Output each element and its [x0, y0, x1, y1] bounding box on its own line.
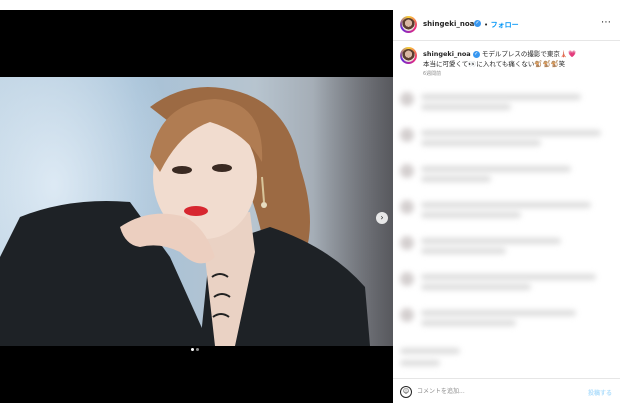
blurred-comment [421, 248, 506, 254]
blurred-comment [421, 320, 516, 326]
next-image-button[interactable]: › [376, 212, 388, 224]
blurred-avatar [400, 308, 414, 322]
carousel-dot [196, 348, 199, 351]
post-photo[interactable] [0, 77, 393, 346]
blurred-comment [421, 94, 581, 100]
caption-text-line2: 本当に可愛くて👀に入れても痛くない🐒🐒🐒笑 [423, 60, 566, 68]
post-sidebar: shingeki_noa ✓ • フォロー ⋯ shingeki_noa ✓ モ… [393, 10, 620, 403]
carousel-dots [191, 336, 201, 351]
blurred-comment [421, 212, 521, 218]
blurred-comment [421, 310, 576, 316]
blurred-comment [421, 130, 601, 136]
emoji-icon[interactable]: ☺ [400, 386, 412, 398]
post-header: shingeki_noa ✓ • フォロー ⋯ [393, 10, 620, 41]
blurred-comment [421, 284, 531, 290]
blurred-comments [393, 80, 620, 370]
blurred-avatar [400, 236, 414, 250]
caption-avatar[interactable] [400, 47, 417, 64]
blurred-avatar [400, 128, 414, 142]
comment-input[interactable] [417, 386, 567, 397]
caption-first-line: shingeki_noa ✓ モデルプレスの撮影で東京🗼💗 [423, 48, 576, 58]
blurred-comment [421, 274, 596, 280]
blurred-comment [421, 140, 541, 146]
header-separator: • [484, 21, 489, 29]
blurred-avatar [400, 200, 414, 214]
follow-label: フォロー [490, 21, 519, 29]
caption-username[interactable]: shingeki_noa [423, 50, 471, 58]
more-options-icon[interactable]: ⋯ [601, 17, 612, 28]
header-username[interactable]: shingeki_noa [423, 20, 474, 28]
follow-button[interactable]: • フォロー [484, 20, 519, 30]
blurred-comment [421, 238, 561, 244]
blurred-action-row [400, 348, 460, 354]
blurred-comment [421, 202, 591, 208]
carousel-dot-active [191, 348, 194, 351]
blurred-comment [421, 104, 511, 110]
portrait-illustration [0, 87, 370, 346]
post-comment-button[interactable]: 投稿する [588, 388, 612, 397]
blurred-likes [400, 360, 440, 366]
blurred-comment [421, 166, 571, 172]
post-media-viewer: › [0, 10, 393, 403]
blurred-avatar [400, 92, 414, 106]
blurred-avatar [400, 164, 414, 178]
blurred-comment [421, 176, 491, 182]
verified-badge-icon: ✓ [474, 20, 481, 27]
blurred-avatar [400, 272, 414, 286]
post-timestamp[interactable]: 6週間前 [423, 70, 441, 77]
caption-text-line1: モデルプレスの撮影で東京🗼💗 [481, 50, 577, 58]
caption-verified-icon: ✓ [472, 50, 480, 58]
comment-bar: ☺ 投稿する [393, 378, 620, 404]
avatar[interactable] [400, 16, 417, 33]
